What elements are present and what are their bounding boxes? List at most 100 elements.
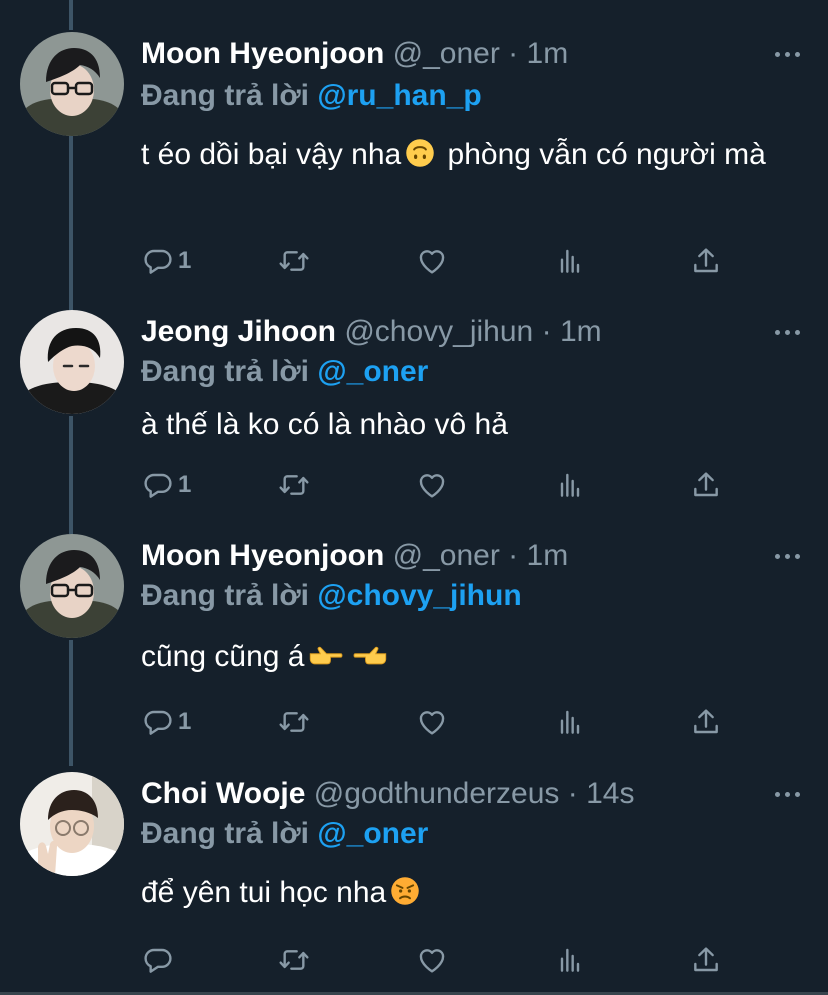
like-button[interactable] [416,702,448,742]
share-icon [690,944,722,976]
tweet[interactable]: Moon Hyeonjoon @_oner · 1m Đang trả lời … [0,32,828,282]
reply-button[interactable]: 1 [142,702,191,742]
tweet-text-part: để yên tui học nha [141,876,387,909]
tweet-thread: Moon Hyeonjoon @_oner · 1m Đang trả lời … [0,0,828,995]
mention-link[interactable]: @_oner [317,817,428,850]
tweet-header: Moon Hyeonjoon @_oner · 1m [141,34,568,74]
reply-button[interactable] [142,940,178,980]
display-name[interactable]: Jeong Jihoon [141,315,336,348]
more-icon[interactable] [773,790,803,800]
tweet-text-part: cũng cũng á [141,640,305,673]
upside-down-face-emoji [405,138,435,168]
pointing-right-emoji [308,642,344,670]
retweet-icon [278,706,310,738]
analytics-icon [554,944,586,976]
retweet-button[interactable] [278,940,310,980]
share-icon [690,469,722,501]
separator: · [541,315,552,348]
tweet-actions: 1 [0,465,828,505]
avatar[interactable] [20,310,124,414]
like-button[interactable] [416,241,448,281]
tweet[interactable]: Choi Wooje @godthunderzeus · 14s Đang tr… [0,772,828,990]
replying-to: Đang trả lời @ru_han_p [141,76,482,116]
heart-icon [416,245,448,277]
replying-to-label: Đang trả lời [141,817,310,850]
more-icon[interactable] [773,50,803,60]
heart-icon [416,706,448,738]
tweet-actions [0,940,828,980]
reply-icon [142,469,174,501]
separator: · [567,777,578,810]
tweet-text: à thế là ko có là nhào vô hả [141,408,508,441]
heart-icon [416,469,448,501]
share-button[interactable] [690,940,722,980]
retweet-button[interactable] [278,241,310,281]
retweet-button[interactable] [278,465,310,505]
share-button[interactable] [690,241,722,281]
analytics-button[interactable] [554,702,586,742]
share-button[interactable] [690,702,722,742]
thread-line [69,0,73,30]
replying-to-label: Đang trả lời [141,579,310,612]
tweet-text: t éo dồi bại vậy nha phòng vẫn có người … [141,132,791,177]
mention-link[interactable]: @ru_han_p [317,79,481,112]
like-button[interactable] [416,465,448,505]
reply-button[interactable]: 1 [142,241,191,281]
more-icon[interactable] [773,552,803,562]
tweet-header: Choi Wooje @godthunderzeus · 14s [141,774,634,814]
tweet[interactable]: Moon Hyeonjoon @_oner · 1m Đang trả lời … [0,534,828,744]
tweet-text-part: t éo dồi bại vậy nha [141,138,402,171]
mention-link[interactable]: @_oner [317,355,428,388]
timestamp[interactable]: 1m [560,315,602,348]
analytics-icon [554,706,586,738]
avatar[interactable] [20,32,124,136]
reply-button[interactable]: 1 [142,465,191,505]
analytics-button[interactable] [554,940,586,980]
display-name[interactable]: Moon Hyeonjoon [141,37,384,70]
replying-to: Đang trả lời @_oner [141,814,428,854]
replying-to-label: Đang trả lời [141,355,310,388]
share-icon [690,706,722,738]
replying-to-label: Đang trả lời [141,79,310,112]
tweet-header: Moon Hyeonjoon @_oner · 1m [141,536,568,576]
separator: · [508,37,519,70]
user-handle[interactable]: @godthunderzeus [314,777,560,810]
user-handle[interactable]: @_oner [393,37,500,70]
reply-count: 1 [178,708,192,735]
reply-count: 1 [178,247,192,274]
angry-face-emoji [390,876,420,906]
pointing-left-emoji [352,642,388,670]
tweet-text-part: phòng vẫn có người mà [447,138,766,171]
timestamp[interactable]: 14s [586,777,634,810]
more-icon[interactable] [773,328,803,338]
avatar[interactable] [20,772,124,876]
analytics-button[interactable] [554,241,586,281]
timestamp[interactable]: 1m [527,539,569,572]
avatar[interactable] [20,534,124,638]
user-handle[interactable]: @chovy_jihun [344,315,533,348]
retweet-icon [278,469,310,501]
tweet[interactable]: Jeong Jihoon @chovy_jihun · 1m Đang trả … [0,310,828,510]
like-button[interactable] [416,940,448,980]
display-name[interactable]: Moon Hyeonjoon [141,539,384,572]
share-button[interactable] [690,465,722,505]
replying-to: Đang trả lời @_oner [141,352,428,392]
analytics-button[interactable] [554,465,586,505]
reply-icon [142,245,174,277]
timestamp[interactable]: 1m [527,37,569,70]
retweet-button[interactable] [278,702,310,742]
analytics-icon [554,469,586,501]
tweet-actions: 1 [0,241,828,281]
reply-icon [142,944,174,976]
replying-to: Đang trả lời @chovy_jihun [141,576,522,616]
tweet-actions: 1 [0,702,828,742]
tweet-text: cũng cũng á [141,634,791,679]
separator: · [508,539,519,572]
display-name[interactable]: Choi Wooje [141,777,305,810]
mention-link[interactable]: @chovy_jihun [317,579,521,612]
heart-icon [416,944,448,976]
user-handle[interactable]: @_oner [393,539,500,572]
reply-icon [142,706,174,738]
tweet-header: Jeong Jihoon @chovy_jihun · 1m [141,312,602,352]
reply-count: 1 [178,471,192,498]
